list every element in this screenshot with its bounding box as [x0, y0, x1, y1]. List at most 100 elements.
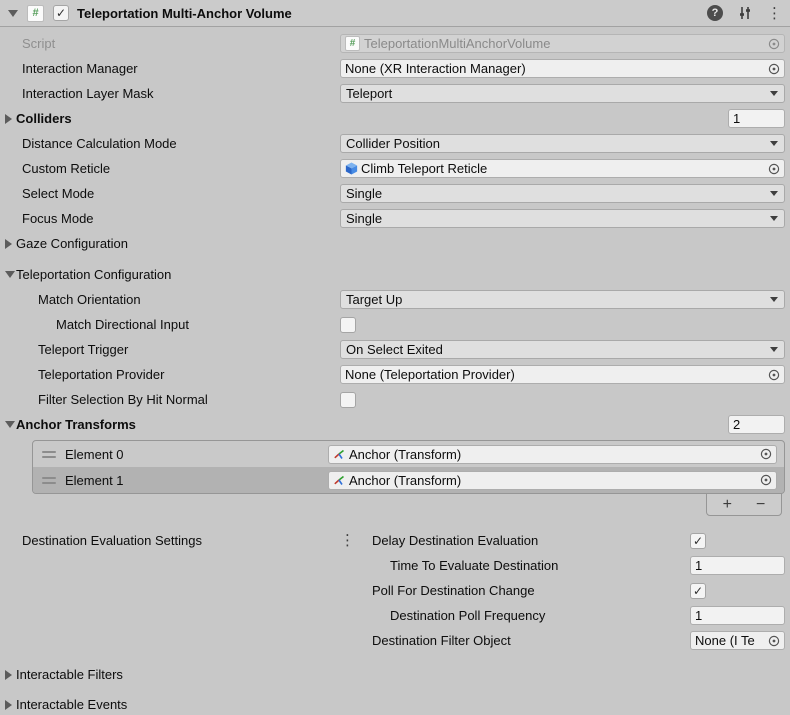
- custom-reticle-row: Custom Reticle Climb Teleport Reticle: [0, 156, 790, 181]
- distance-calculation-mode-value: Collider Position: [346, 136, 770, 151]
- more-menu-icon[interactable]: ⋮: [767, 6, 782, 21]
- foldout-open-icon[interactable]: [5, 421, 15, 428]
- object-picker-icon[interactable]: [764, 162, 781, 176]
- foldout-closed-icon[interactable]: [5, 700, 12, 710]
- anchor-transforms-label[interactable]: Anchor Transforms: [16, 417, 136, 432]
- destination-filter-object-label: Destination Filter Object: [370, 633, 690, 648]
- teleportation-provider-label: Teleportation Provider: [0, 367, 340, 382]
- interactable-filters-label[interactable]: Interactable Filters: [16, 667, 123, 682]
- focus-mode-value: Single: [346, 211, 770, 226]
- focus-mode-dropdown[interactable]: Single: [340, 209, 785, 228]
- foldout-open-icon[interactable]: [5, 271, 15, 278]
- destination-evaluation-settings-label: Destination Evaluation Settings: [0, 528, 340, 553]
- match-directional-input-label: Match Directional Input: [0, 317, 340, 332]
- filter-selection-by-hit-normal-row: Filter Selection By Hit Normal: [0, 387, 790, 412]
- component-enabled-checkbox[interactable]: ✓: [53, 5, 69, 21]
- object-picker-icon[interactable]: [764, 368, 781, 382]
- focus-mode-row: Focus Mode Single: [0, 206, 790, 231]
- interactable-events-label[interactable]: Interactable Events: [16, 697, 127, 712]
- remove-element-button[interactable]: −: [748, 497, 774, 513]
- destination-filter-object-row: Destination Filter Object None (I Te: [370, 628, 790, 653]
- element-label: Element 1: [56, 473, 328, 488]
- transform-icon: [333, 448, 345, 460]
- match-orientation-dropdown[interactable]: Target Up: [340, 290, 785, 309]
- interaction-manager-label: Interaction Manager: [0, 61, 340, 76]
- destination-filter-object-field[interactable]: None (I Te: [690, 631, 785, 650]
- csharp-script-icon: #: [27, 5, 44, 22]
- add-element-button[interactable]: +: [714, 497, 740, 513]
- list-item-selected[interactable]: Element 1 Anchor (Transform): [33, 467, 784, 493]
- script-object-field: # TeleportationMultiAnchorVolume: [340, 34, 785, 53]
- drag-handle-icon[interactable]: [42, 477, 56, 484]
- foldout-closed-icon[interactable]: [5, 239, 12, 249]
- interaction-manager-value: None (XR Interaction Manager): [345, 61, 764, 76]
- select-mode-value: Single: [346, 186, 770, 201]
- colliders-label[interactable]: Colliders: [16, 111, 72, 126]
- match-directional-input-checkbox[interactable]: [340, 317, 356, 333]
- interaction-layer-mask-row: Interaction Layer Mask Teleport: [0, 81, 790, 106]
- match-orientation-row: Match Orientation Target Up: [0, 287, 790, 312]
- anchor-transforms-row: Anchor Transforms 2: [0, 412, 790, 437]
- drag-handle-icon[interactable]: [42, 451, 56, 458]
- filter-selection-by-hit-normal-label: Filter Selection By Hit Normal: [0, 392, 340, 407]
- gaze-configuration-label[interactable]: Gaze Configuration: [16, 236, 128, 251]
- match-orientation-value: Target Up: [346, 292, 770, 307]
- list-item[interactable]: Element 0 Anchor (Transform): [33, 441, 784, 467]
- destination-evaluation-settings-section: Destination Evaluation Settings ⋮ Delay …: [0, 528, 790, 653]
- select-mode-row: Select Mode Single: [0, 181, 790, 206]
- select-mode-label: Select Mode: [0, 186, 340, 201]
- object-picker-icon[interactable]: [764, 62, 781, 76]
- time-to-evaluate-destination-field[interactable]: 1: [690, 556, 785, 575]
- unity-inspector-panel: # ✓ Teleportation Multi-Anchor Volume ? …: [0, 0, 790, 715]
- teleportation-provider-object-field[interactable]: None (Teleportation Provider): [340, 365, 785, 384]
- colliders-row: Colliders 1: [0, 106, 790, 131]
- delay-destination-evaluation-row: Delay Destination Evaluation ✓: [370, 528, 790, 553]
- teleportation-provider-value: None (Teleportation Provider): [345, 367, 764, 382]
- element-label: Element 0: [56, 447, 328, 462]
- list-footer: + −: [0, 494, 790, 516]
- presets-icon[interactable]: [737, 5, 753, 21]
- colliders-count-field[interactable]: 1: [728, 109, 785, 128]
- destination-poll-frequency-label: Destination Poll Frequency: [370, 608, 690, 623]
- select-mode-dropdown[interactable]: Single: [340, 184, 785, 203]
- custom-reticle-label: Custom Reticle: [0, 161, 340, 176]
- interaction-layer-mask-dropdown[interactable]: Teleport: [340, 84, 785, 103]
- element-1-object-field[interactable]: Anchor (Transform): [328, 471, 777, 490]
- interaction-manager-object-field[interactable]: None (XR Interaction Manager): [340, 59, 785, 78]
- custom-reticle-object-field[interactable]: Climb Teleport Reticle: [340, 159, 785, 178]
- object-picker-icon[interactable]: [764, 634, 781, 648]
- dropdown-arrow-icon: [770, 297, 778, 302]
- delay-destination-evaluation-label: Delay Destination Evaluation: [370, 533, 690, 548]
- teleportation-configuration-label[interactable]: Teleportation Configuration: [16, 267, 171, 282]
- settings-kebab-icon[interactable]: ⋮: [340, 533, 355, 548]
- object-picker-icon[interactable]: [756, 473, 773, 487]
- foldout-open-icon[interactable]: [8, 10, 18, 17]
- script-label: Script: [0, 36, 340, 51]
- transform-icon: [333, 474, 345, 486]
- poll-for-destination-change-checkbox[interactable]: ✓: [690, 583, 706, 599]
- interaction-layer-mask-value: Teleport: [346, 86, 770, 101]
- teleport-trigger-dropdown[interactable]: On Select Exited: [340, 340, 785, 359]
- dropdown-arrow-icon: [770, 347, 778, 352]
- object-picker-icon[interactable]: [756, 447, 773, 461]
- filter-selection-by-hit-normal-checkbox[interactable]: [340, 392, 356, 408]
- distance-calculation-mode-dropdown[interactable]: Collider Position: [340, 134, 785, 153]
- script-row: Script # TeleportationMultiAnchorVolume: [0, 31, 790, 56]
- teleport-trigger-value: On Select Exited: [346, 342, 770, 357]
- csharp-script-icon: #: [345, 36, 360, 51]
- anchor-transforms-list: Element 0 Anchor (Transform) Element 1: [32, 440, 785, 494]
- teleport-trigger-row: Teleport Trigger On Select Exited: [0, 337, 790, 362]
- distance-calculation-mode-row: Distance Calculation Mode Collider Posit…: [0, 131, 790, 156]
- time-to-evaluate-destination-row: Time To Evaluate Destination 1: [370, 553, 790, 578]
- destination-poll-frequency-field[interactable]: 1: [690, 606, 785, 625]
- teleportation-configuration-row: Teleportation Configuration: [0, 262, 790, 287]
- element-0-object-field[interactable]: Anchor (Transform): [328, 445, 777, 464]
- anchor-transforms-count-field[interactable]: 2: [728, 415, 785, 434]
- foldout-closed-icon[interactable]: [5, 670, 12, 680]
- teleport-trigger-label: Teleport Trigger: [0, 342, 340, 357]
- object-picker-icon: [764, 37, 781, 51]
- component-header[interactable]: # ✓ Teleportation Multi-Anchor Volume ? …: [0, 0, 790, 27]
- help-icon[interactable]: ?: [707, 5, 723, 21]
- foldout-closed-icon[interactable]: [5, 114, 12, 124]
- delay-destination-evaluation-checkbox[interactable]: ✓: [690, 533, 706, 549]
